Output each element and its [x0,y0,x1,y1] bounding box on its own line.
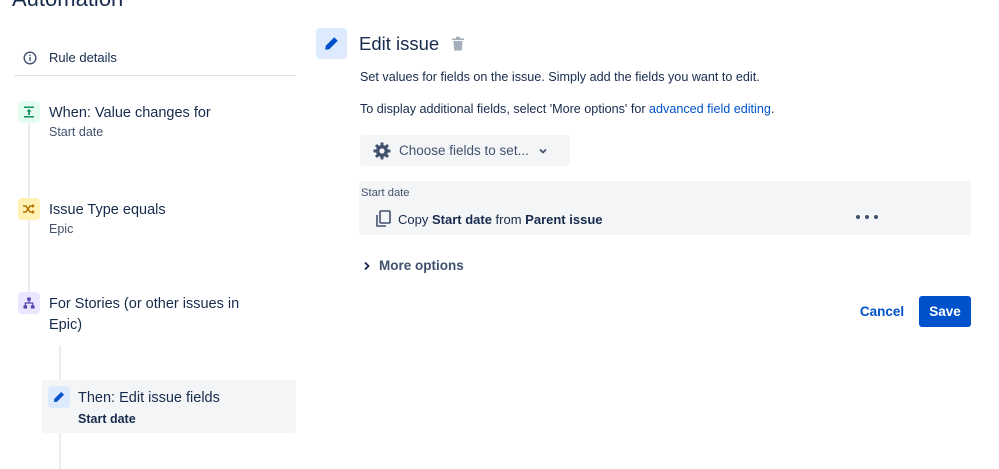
cancel-button[interactable]: Cancel [850,296,914,327]
advanced-field-editing-link[interactable]: advanced field editing [649,102,771,116]
branch-step[interactable]: For Stories (or other issues in Epic) [18,292,278,338]
choose-fields-button[interactable]: Choose fields to set... [360,135,570,166]
advanced-hint-suffix: . [770,102,775,116]
source-name: Parent issue [525,211,603,227]
condition-step-subtitle: Epic [49,222,74,236]
branch-step-title: For Stories (or other issues in Epic) [49,296,240,333]
more-options-toggle[interactable]: More options [362,258,464,273]
rule-sidebar: Rule details When: Value changes for Sta… [0,0,300,469]
panel-description: Set values for fields on the issue. Simp… [360,70,760,84]
choose-fields-label: Choose fields to set... [399,143,529,158]
trigger-step-subtitle: Start date [49,125,104,139]
trigger-icon [18,101,40,123]
field-name: Start date [431,211,492,227]
advanced-hint-prefix: To display additional fields, select 'Mo… [360,102,650,116]
trigger-step-title: When: Value changes for [49,105,211,121]
more-actions-icon[interactable] [856,209,878,225]
field-value: Copy Start date from Parent issue [398,212,603,227]
trigger-step[interactable]: When: Value changes for Start date [18,101,278,147]
info-icon [22,50,38,66]
gear-icon [372,141,392,161]
save-button[interactable]: Save [919,296,971,327]
condition-step[interactable]: Issue Type equals Epic [18,198,278,244]
rule-details-link[interactable]: Rule details [14,40,296,76]
branch-hierarchy-icon [18,292,40,314]
edit-issue-panel: Edit issue Set values for fields on the … [300,0,999,469]
panel-title: Edit issue [359,33,440,54]
copy-prefix: Copy [398,211,432,227]
rule-details-label: Rule details [49,50,117,65]
trash-icon[interactable] [451,36,467,52]
chevron-down-icon [537,145,549,157]
copy-icon [375,210,393,228]
condition-shuffle-icon [18,198,40,220]
more-options-label: More options [379,258,464,273]
field-config-row: Start date Copy Start date from Parent i… [359,181,971,235]
field-label: Start date [361,187,410,199]
action-step-title: Then: Edit issue fields [78,390,220,406]
edit-pencil-icon [316,28,347,59]
pencil-icon [48,386,70,408]
action-step-selected[interactable]: Then: Edit issue fields Start date [42,380,296,433]
field-value-row: Copy Start date from Parent issue [375,210,603,228]
condition-step-title: Issue Type equals [49,202,166,218]
chevron-right-icon [362,260,372,272]
action-step-subtitle: Start date [78,412,136,426]
copy-from: from [491,211,526,227]
advanced-editing-hint: To display additional fields, select 'Mo… [360,102,774,116]
